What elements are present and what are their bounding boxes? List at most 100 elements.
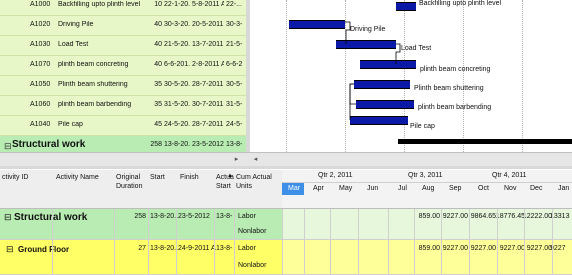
timescale-header: Qtr 2, 2011 Qtr 3, 2011 Qtr 4, 2011 Mar … [282,170,572,209]
table-row[interactable]: A1050 Plinth beam shuttering 35 30-5-20.… [0,76,246,96]
actual-start: 13-8- [216,245,233,252]
start-date: 13-8-20.. [150,245,179,252]
sort-ascending-icon[interactable]: ▲ [227,173,233,179]
cell-value: 9864.65 [470,213,496,220]
wbs-name: Structural work [14,212,88,223]
header-label: Activity Name [56,174,99,181]
finish-date: 5-8-2011 A [192,1,224,8]
activity-table-top: A1000 Backfilling upto plinth level 10 2… [0,0,250,152]
actual-start: 31-5- [226,101,243,108]
finish-date: 28-7-2011 A [192,81,224,88]
start-date: 30-3-20.. [164,21,190,28]
summary-row-ground-floor[interactable]: ⊟ Ground Floor 27 13-8-20.. 24-9-2011 A … [0,240,572,275]
column-header-activity-id[interactable]: ctivity ID [0,170,53,209]
column-header-activity-name[interactable]: Activity Name [52,170,115,209]
horizontal-scrollbar-table[interactable]: ▸ [0,152,250,167]
activity-name: plinth beam barbending [58,101,132,108]
duration: 27 [138,245,146,252]
table-row[interactable]: A1030 Load Test 40 21-5-20.. 13-7-2011 A… [0,36,246,56]
table-row[interactable]: A1020 Driving Pile 40 30-3-20.. 20-5-201… [0,16,246,36]
month-label: Jul [398,185,407,192]
actual-start: 30-3- [226,21,243,28]
unit-label: Nonlabor [238,262,267,269]
column-header-original-duration[interactable]: Original Duration [114,170,149,209]
cell-value: 9227.00 [442,213,468,220]
start-date: 13-8-20.. [150,213,179,220]
finish-date: 20-5-2011 A [192,21,224,28]
month-label: Aug [422,185,435,192]
quarter-label: Qtr 4, 2011 [492,172,527,179]
activity-id: A1030 [30,41,51,48]
scroll-right-icon[interactable]: ▸ [231,154,242,165]
month-label: Jan [558,185,570,192]
start-date: 21-5-20.. [164,41,190,48]
duration: 258 [150,141,162,148]
activity-id: A1060 [30,101,51,108]
cell-value: 9227.00 [442,245,468,252]
column-header-cum-actual-units[interactable]: Cum Actual Units [234,170,283,209]
start-date: 31-5-20.. [164,101,190,108]
activity-id: A1020 [30,21,51,28]
column-header-actual-start[interactable]: Actua Start ▲ [214,170,235,209]
duration: 40 [154,61,162,68]
pane-splitter[interactable] [0,166,572,169]
unit-label: Labor [238,245,256,252]
header-label: Duration [116,183,143,190]
header-label: Original [116,174,141,181]
month-label: Oct [478,185,489,192]
duration: 10 [154,1,162,8]
actual-start: 13-8- [216,213,233,220]
unit-label: Nonlabor [238,228,267,235]
activity-id: A1050 [30,81,51,88]
dependency-link [395,43,401,64]
cell-value: 13313 [550,213,570,220]
finish-date: 28-7-2011 A [192,121,224,128]
table-row[interactable]: A1060 plinth beam barbending 35 31-5-20.… [0,96,246,116]
start-date: 24-5-20.. [164,121,190,128]
dependency-link [345,21,351,44]
column-header-finish[interactable]: Finish [176,170,215,209]
activity-name: Backfilling upto plinth level [58,1,141,8]
dependency-link [349,83,354,120]
summary-row-structural-work[interactable]: ⊟ Structural work 258 13-8-20.. 23-5-201… [0,209,572,240]
cell-value: 9227.00 [526,245,552,252]
activity-name: Plinth beam shuttering [58,81,128,88]
duration: 258 [134,213,146,220]
activity-id: A1040 [30,121,51,128]
collapse-icon[interactable]: ⊟ [4,141,12,152]
wbs-name: Ground Floor [18,245,70,254]
header-label: ctivity ID [2,174,29,181]
activity-name: Driving Pile [58,21,94,28]
table-row[interactable]: A1040 Pile cap 45 24-5-20.. 28-7-2011 A … [0,116,246,136]
start-date: 22-1-20.. [164,1,190,8]
header-label: Start [216,183,231,190]
cell-value: 9227.00 [470,245,496,252]
finish-date: 30-7-2011 A [192,101,224,108]
unit-label: Labor [238,213,256,220]
duration: 40 [154,41,162,48]
month-label: Jun [367,185,379,192]
quarter-label: Qtr 2, 2011 [318,172,353,179]
column-header-start[interactable]: Start [148,170,177,209]
collapse-icon[interactable]: ⊟ [4,212,12,223]
table-row[interactable]: A1000 Backfilling upto plinth level 10 2… [0,0,246,16]
actual-start: 22-... [226,1,242,8]
scroll-left-icon[interactable]: ◂ [250,154,261,165]
cell-value: 859.00 [418,213,440,220]
actual-start: 13-8- [226,141,243,148]
collapse-icon[interactable]: ⊟ [6,244,14,255]
horizontal-scrollbar-gantt[interactable]: ◂ [250,152,572,167]
month-label: Nov [504,185,517,192]
cell-value: 859.00 [418,245,440,252]
header-label: Units [236,183,252,190]
duration: 45 [154,121,162,128]
summary-row-structural-work[interactable]: ⊟ Structural work 258 13-8-20.. 23-5-201… [0,136,246,152]
start-date: 13-8-20.. [164,141,190,148]
actual-start: 6-6-2 [226,61,243,68]
header-label: Cum Actual [236,174,272,181]
month-label: Sep [449,185,462,192]
activity-name: Pile cap [58,121,83,128]
table-row[interactable]: A1070 plinth beam concreting 40 6-6-201.… [0,56,246,76]
month-label: Apr [313,185,324,192]
month-label: Mar [288,185,301,192]
